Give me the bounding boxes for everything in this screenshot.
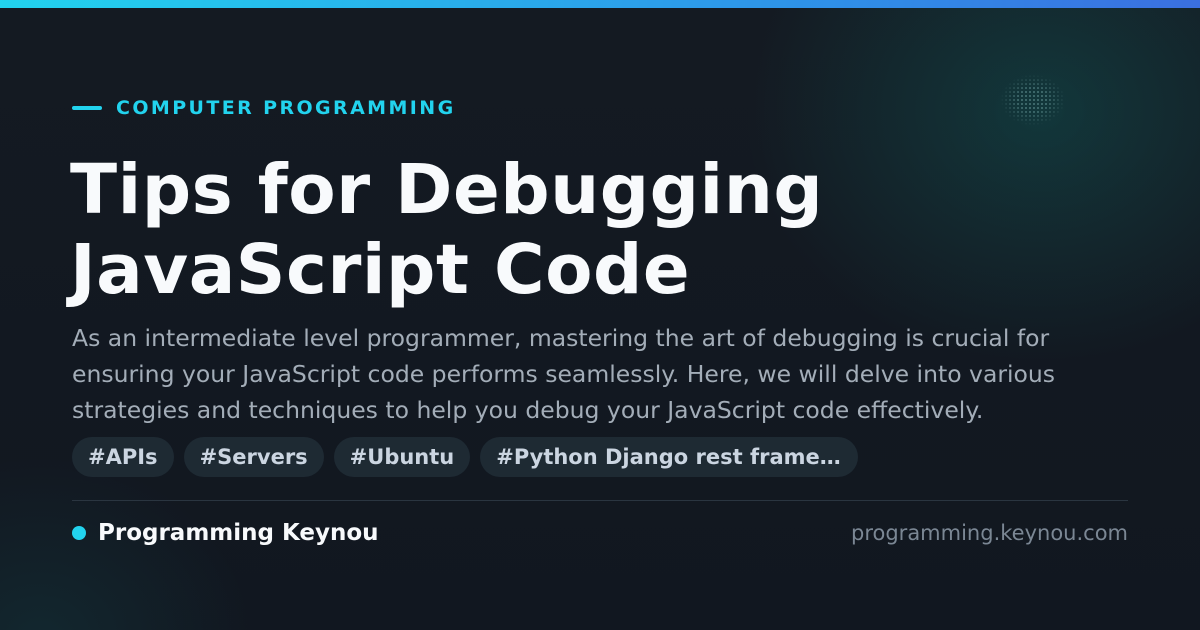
category-label: COMPUTER PROGRAMMING [116, 97, 456, 119]
category-dash-icon [72, 106, 102, 110]
article-description: As an intermediate level programmer, mas… [72, 324, 1056, 424]
accent-gradient-bar [0, 0, 1200, 8]
site-domain: programming.keynou.com [851, 521, 1128, 545]
brand: Programming Keynou [72, 518, 379, 548]
tag-python-django-rest-framework[interactable]: #Python Django rest framework [480, 437, 859, 477]
decorative-dot-pattern [1000, 74, 1066, 126]
tag-list: #APIs #Servers #Ubuntu #Python Django re… [72, 437, 859, 477]
category-row: COMPUTER PROGRAMMING [72, 96, 456, 120]
tag-ubuntu[interactable]: #Ubuntu [333, 437, 471, 477]
social-card: COMPUTER PROGRAMMING Tips for Debugging … [0, 0, 1200, 630]
tag-apis[interactable]: #APIs [72, 437, 174, 477]
footer-divider [72, 500, 1128, 501]
article-title: Tips for Debugging JavaScript Code [70, 150, 824, 310]
brand-name: Programming Keynou [98, 520, 379, 546]
tag-servers[interactable]: #Servers [183, 437, 324, 477]
brand-dot-icon [72, 526, 86, 540]
